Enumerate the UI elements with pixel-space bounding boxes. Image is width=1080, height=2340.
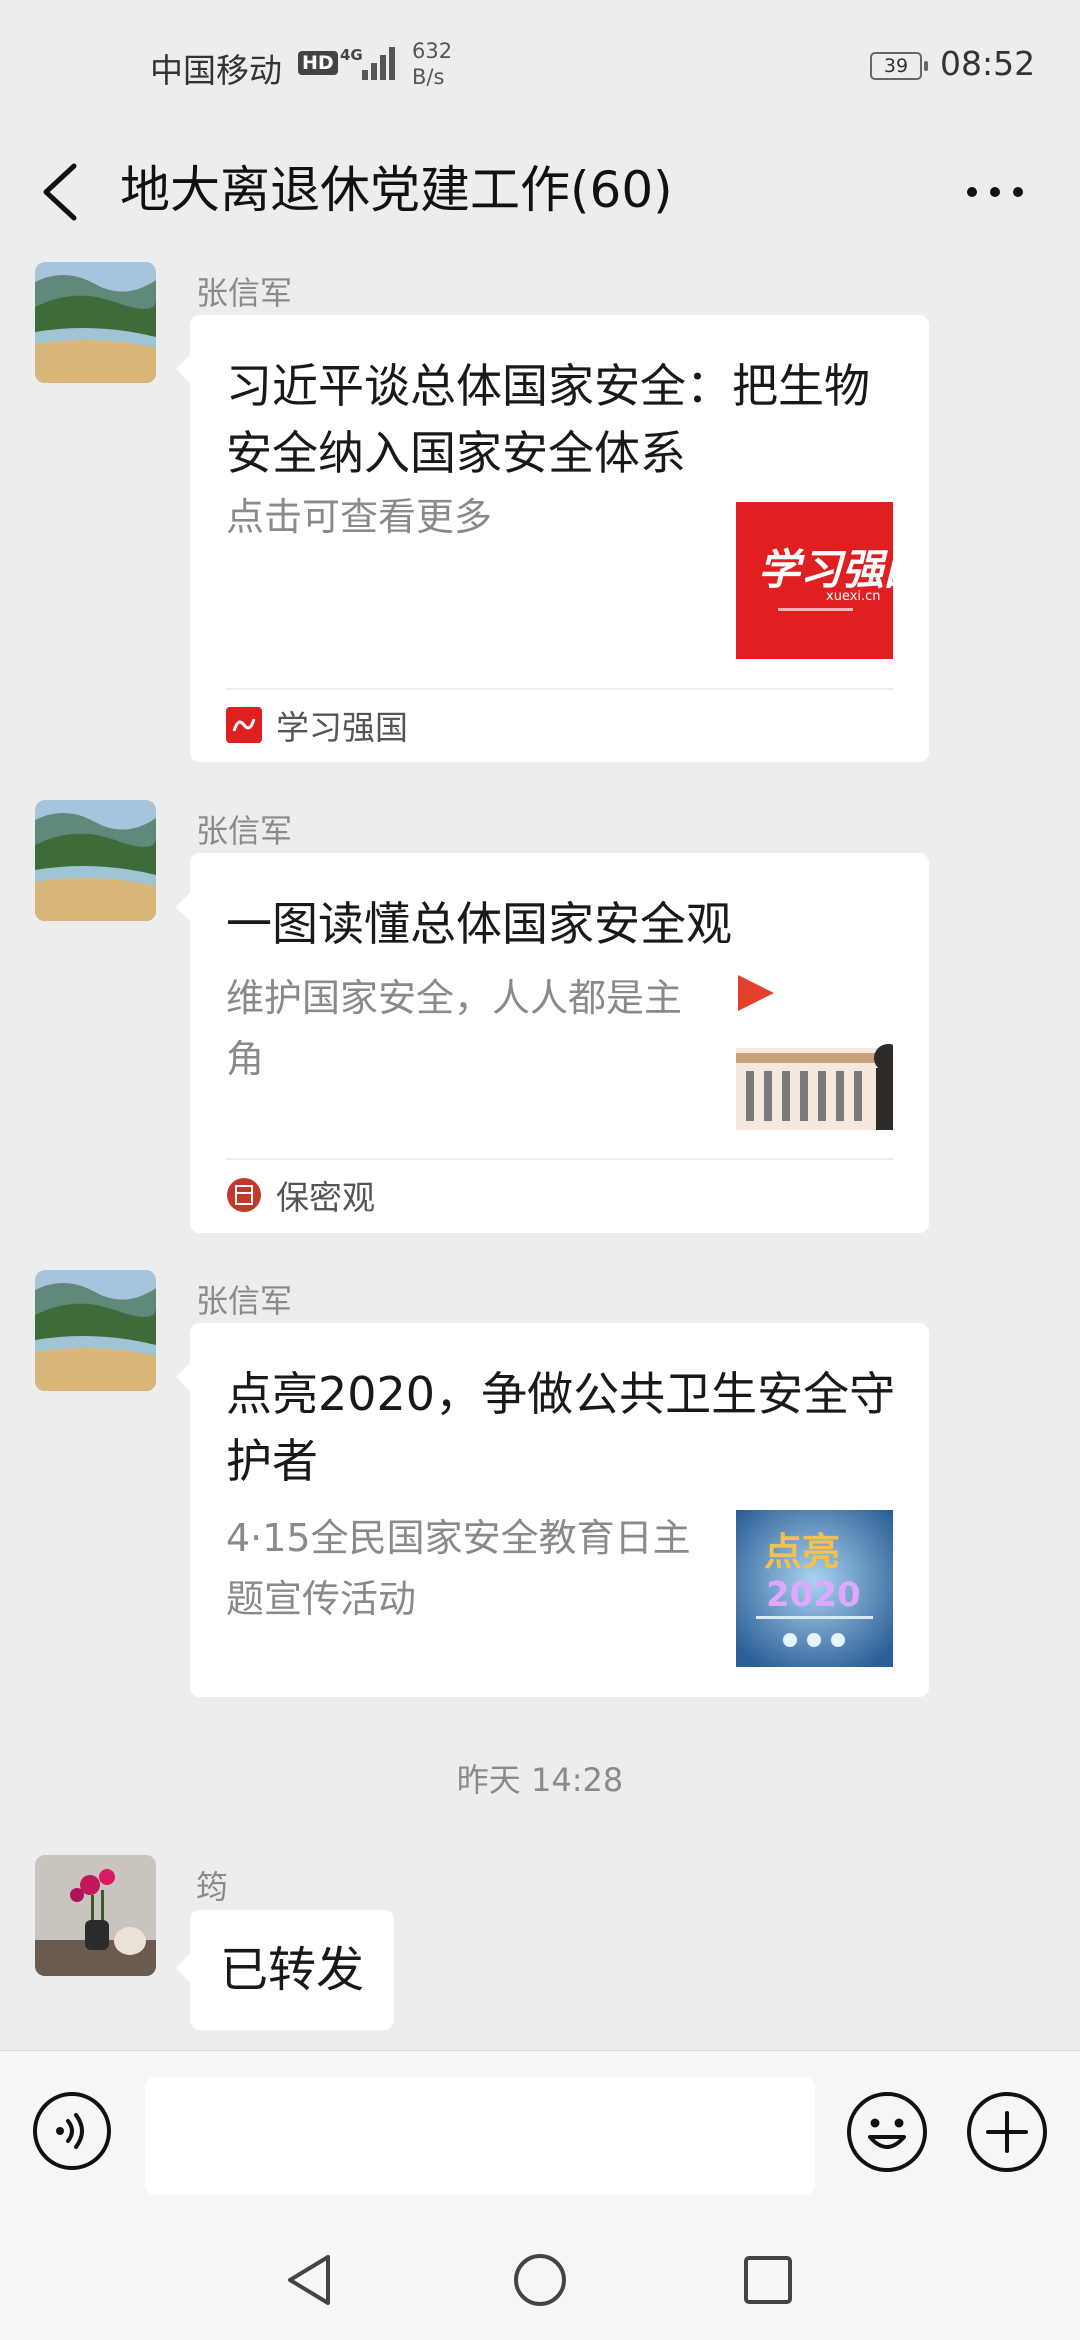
signal-icon bbox=[362, 46, 398, 80]
emoji-button[interactable] bbox=[846, 2091, 928, 2173]
link-card[interactable]: 习近平谈总体国家安全：把生物安全纳入国家安全体系 点击可查看更多 学习强国 xu… bbox=[176, 315, 929, 762]
xuexi-source-icon bbox=[226, 707, 262, 743]
flower-vase-avatar-image bbox=[35, 1855, 156, 1976]
card-description: 维护国家安全，人人都是主角 bbox=[226, 976, 683, 1081]
sender-name: 张信军 bbox=[196, 274, 293, 312]
card-description: 4·15全民国家安全教育日主题宣传活动 bbox=[226, 1516, 691, 1621]
input-bar bbox=[0, 2050, 1080, 2220]
message-input[interactable] bbox=[145, 2077, 815, 2195]
time-separator: 昨天 14:28 bbox=[456, 1761, 624, 1799]
beach-avatar-image bbox=[35, 1270, 156, 1391]
plus-icon bbox=[967, 2092, 1047, 2172]
speed-unit: B/s bbox=[412, 65, 445, 89]
chat-header: 地大离退休党建工作(60) bbox=[0, 130, 1080, 260]
sender-name: 张信军 bbox=[196, 1282, 293, 1320]
beach-avatar-image bbox=[35, 262, 156, 383]
avatar[interactable] bbox=[35, 1270, 156, 1391]
baomiguan-source-icon bbox=[227, 1178, 261, 1212]
link-card[interactable]: 一图读懂总体国家安全观 维护国家安全，人人都是主角 保密观 bbox=[176, 853, 929, 1233]
xuexi-logo-script: 学习强国 bbox=[758, 545, 893, 594]
carrier-name: 中国移动 bbox=[150, 51, 282, 90]
dianliang-thumbnail: 点亮 2020 bbox=[736, 1510, 893, 1667]
gate-thumbnail bbox=[736, 973, 893, 1130]
avatar[interactable] bbox=[35, 262, 156, 383]
system-nav-bar bbox=[0, 2220, 1080, 2340]
more-functions-button[interactable] bbox=[966, 2091, 1048, 2173]
voice-icon bbox=[33, 2092, 111, 2170]
chat-title: 地大离退休党建工作(60) bbox=[120, 161, 673, 219]
triangle-back-icon bbox=[288, 2255, 330, 2305]
source-name: 保密观 bbox=[276, 1178, 375, 1217]
chevron-left-icon bbox=[43, 163, 77, 221]
avatar[interactable] bbox=[35, 800, 156, 921]
more-button[interactable] bbox=[950, 152, 1040, 232]
circle-home-icon bbox=[514, 2254, 566, 2306]
card-title: 点亮2020，争做公共卫生安全守护者 bbox=[226, 1367, 896, 1488]
square-recent-icon bbox=[744, 2256, 792, 2304]
card-source: 保密观 bbox=[226, 1175, 375, 1217]
nav-recent-button[interactable] bbox=[733, 2245, 803, 2315]
card-source: 学习强国 bbox=[226, 705, 408, 747]
beach-avatar-image bbox=[35, 800, 156, 921]
clock: 08:52 bbox=[940, 44, 1036, 83]
voice-button[interactable] bbox=[32, 2091, 112, 2171]
year-text: 2020 bbox=[766, 1575, 861, 1615]
more-dots-icon bbox=[967, 187, 1023, 197]
card-description: 点击可查看更多 bbox=[226, 495, 493, 539]
card-title: 习近平谈总体国家安全：把生物安全纳入国家安全体系 bbox=[226, 359, 870, 480]
card-divider bbox=[226, 1158, 893, 1160]
xuexi-logo-url: xuexi.cn bbox=[826, 589, 881, 604]
source-name: 学习强国 bbox=[276, 708, 408, 747]
dianliang-text: 点亮 bbox=[764, 1530, 840, 1574]
emoji-icon bbox=[847, 2092, 927, 2172]
nav-back-button[interactable] bbox=[274, 2245, 344, 2315]
text-message-bubble[interactable]: 已转发 bbox=[175, 1910, 395, 2030]
status-bar: 中国移动 HD 4G 632 B/s 39 08:52 bbox=[0, 0, 1080, 130]
xuexi-thumbnail: 学习强国 xuexi.cn bbox=[736, 502, 893, 659]
sender-name: 张信军 bbox=[196, 812, 293, 850]
dianliang-2020-image: 点亮 2020 bbox=[736, 1510, 893, 1667]
battery-icon: 39 bbox=[870, 52, 928, 80]
card-title: 一图读懂总体国家安全观 bbox=[226, 897, 732, 951]
back-button[interactable] bbox=[30, 152, 110, 232]
link-card[interactable]: 点亮2020，争做公共卫生安全守护者 4·15全民国家安全教育日主题宣传活动 点… bbox=[176, 1323, 929, 1697]
network-type: 4G bbox=[340, 46, 363, 64]
network-speed: 632 B/s bbox=[412, 38, 452, 90]
hd-badge: HD bbox=[298, 51, 338, 75]
xuexi-logo: 学习强国 xuexi.cn bbox=[736, 502, 893, 659]
sender-name: 筠 bbox=[196, 1868, 229, 1906]
nav-home-button[interactable] bbox=[505, 2245, 575, 2315]
card-divider bbox=[226, 688, 893, 690]
tiananmen-image bbox=[736, 973, 893, 1130]
speed-value: 632 bbox=[412, 39, 453, 63]
avatar[interactable] bbox=[35, 1855, 156, 1976]
